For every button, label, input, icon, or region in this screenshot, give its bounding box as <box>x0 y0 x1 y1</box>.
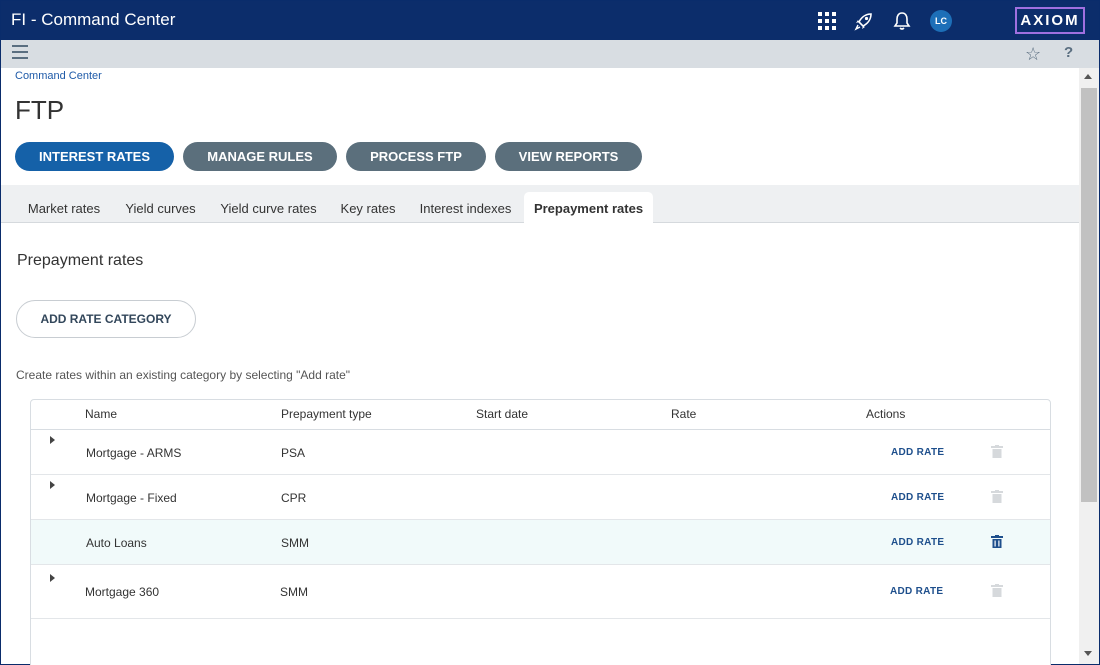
app-title: FI - Command Center <box>11 10 176 29</box>
add-rate-category-button[interactable]: ADD RATE CATEGORY <box>16 300 196 338</box>
scroll-down-arrow-icon[interactable] <box>1084 651 1092 656</box>
row-name: Auto Loans <box>86 536 147 550</box>
expand-caret-icon[interactable] <box>50 436 55 444</box>
row-name: Mortgage - ARMS <box>86 446 182 460</box>
star-icon[interactable]: ☆ <box>1025 44 1041 65</box>
column-header-actions: Actions <box>866 407 906 421</box>
section-title: Prepayment rates <box>17 252 144 269</box>
bell-icon[interactable] <box>891 10 913 32</box>
tab-interest-indexes[interactable]: Interest indexes <box>407 185 524 223</box>
trash-icon[interactable] <box>991 535 1003 548</box>
row-prepayment-type: SMM <box>281 536 309 550</box>
table-row[interactable]: Mortgage - Fixed CPR ADD RATE <box>31 475 1050 520</box>
trash-icon <box>991 584 1003 597</box>
row-prepayment-type: CPR <box>281 491 307 505</box>
expand-caret-icon[interactable] <box>50 481 55 489</box>
axiom-logo: AXIOM <box>1015 7 1085 34</box>
help-icon[interactable]: ? <box>1064 44 1073 61</box>
table-row[interactable]: Mortgage 360 SMM ADD RATE <box>31 565 1050 619</box>
table-row[interactable]: Auto Loans SMM ADD RATE <box>31 520 1050 565</box>
tab-key-rates[interactable]: Key rates <box>329 185 407 223</box>
tab-market-rates[interactable]: Market rates <box>15 185 113 223</box>
column-header-name[interactable]: Name <box>85 407 117 421</box>
breadcrumb[interactable]: Command Center <box>15 70 102 82</box>
trash-icon <box>991 445 1003 458</box>
apps-grid-icon[interactable] <box>816 10 838 32</box>
scroll-up-arrow-icon[interactable] <box>1084 74 1092 79</box>
page-scrollbar[interactable] <box>1079 68 1099 664</box>
column-header-start-date[interactable]: Start date <box>476 407 528 421</box>
app-header: FI - Command Center LC AXIOM <box>1 1 1099 40</box>
interest-rates-button[interactable]: INTEREST RATES <box>15 142 174 171</box>
user-avatar[interactable]: LC <box>930 10 952 32</box>
row-name: Mortgage - Fixed <box>86 491 177 505</box>
toolbar: ☆ ? <box>1 40 1099 68</box>
scrollbar-thumb[interactable] <box>1081 88 1097 502</box>
row-prepayment-type: SMM <box>280 585 308 599</box>
expand-caret-icon[interactable] <box>50 574 55 582</box>
add-rate-link[interactable]: ADD RATE <box>891 447 944 458</box>
row-prepayment-type: PSA <box>281 446 306 460</box>
column-header-rate[interactable]: Rate <box>671 407 696 421</box>
menu-icon[interactable] <box>12 45 28 61</box>
tab-yield-curves[interactable]: Yield curves <box>113 185 208 223</box>
tab-prepayment-rates[interactable]: Prepayment rates <box>524 192 653 224</box>
view-reports-button[interactable]: VIEW REPORTS <box>495 142 642 171</box>
table-row[interactable]: Mortgage - ARMS PSA ADD RATE <box>31 430 1050 475</box>
hint-text: Create rates within an existing category… <box>16 368 351 382</box>
prepayment-rates-table: Name Prepayment type Start date Rate Act… <box>30 399 1051 665</box>
add-rate-link[interactable]: ADD RATE <box>890 586 943 597</box>
column-header-prepayment-type[interactable]: Prepayment type <box>281 407 372 421</box>
tab-yield-curve-rates[interactable]: Yield curve rates <box>208 185 329 223</box>
manage-rules-button[interactable]: MANAGE RULES <box>183 142 337 171</box>
table-header: Name Prepayment type Start date Rate Act… <box>31 400 1050 430</box>
add-rate-link[interactable]: ADD RATE <box>891 492 944 503</box>
row-name: Mortgage 360 <box>85 585 160 599</box>
page-title: FTP <box>15 95 65 125</box>
process-ftp-button[interactable]: PROCESS FTP <box>346 142 486 171</box>
add-rate-link[interactable]: ADD RATE <box>891 537 944 548</box>
trash-icon <box>991 490 1003 503</box>
nav-button-group: INTEREST RATES MANAGE RULES PROCESS FTP … <box>15 142 642 171</box>
rates-tabs: Market rates Yield curves Yield curve ra… <box>1 185 1079 224</box>
rocket-icon[interactable] <box>853 10 875 32</box>
